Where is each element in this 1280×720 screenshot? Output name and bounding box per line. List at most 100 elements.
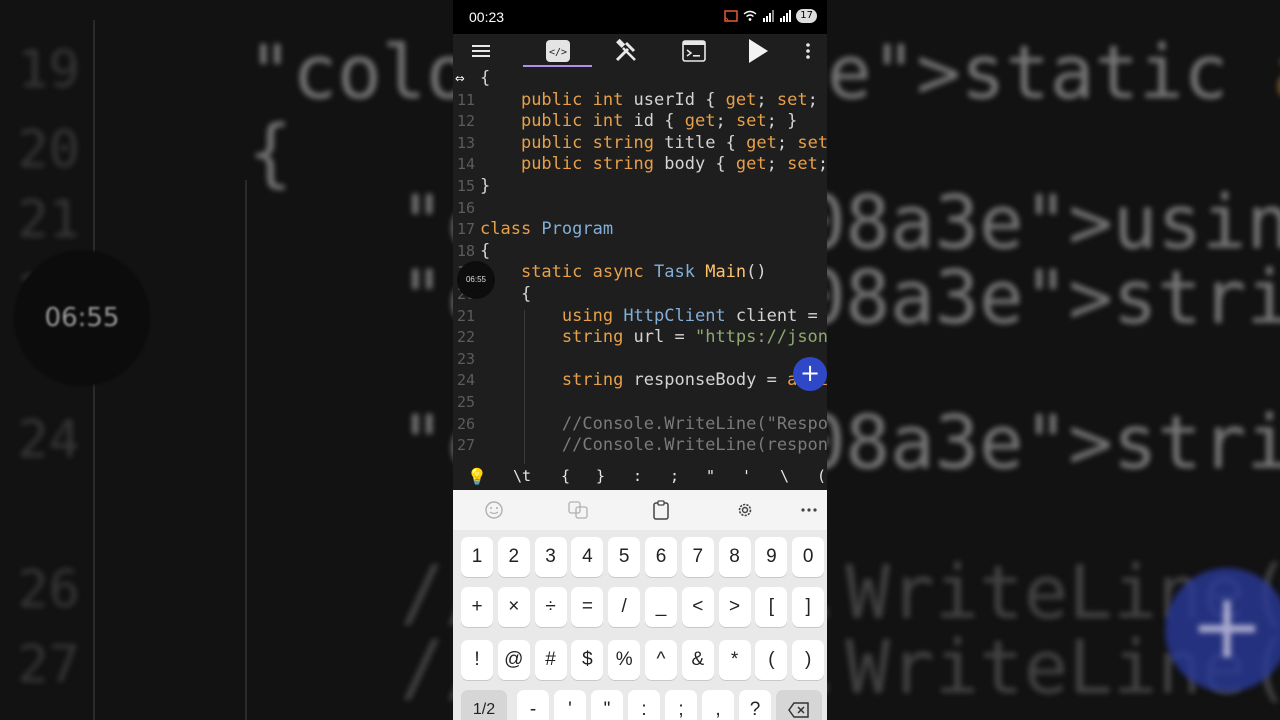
code-token: id {	[633, 111, 685, 132]
code-text: public int userId { get; set; }	[480, 89, 827, 111]
keyboard-key[interactable]: !	[461, 640, 493, 680]
code-line[interactable]: 14 public string body { get; set; }	[453, 153, 827, 175]
keyboard-key[interactable]: +	[461, 587, 493, 627]
keyboard-key[interactable]: _	[645, 587, 677, 627]
keyboard-key[interactable]: $	[571, 640, 604, 680]
keyboard-key[interactable]: -	[517, 690, 549, 720]
build-button[interactable]	[611, 34, 641, 68]
lightbulb-icon[interactable]: 💡	[467, 467, 487, 486]
keyboard-key[interactable]: 8	[718, 537, 751, 577]
keyboard-key[interactable]: 2	[497, 537, 530, 577]
keyboard-key[interactable]: =	[571, 587, 604, 627]
symbol-key[interactable]: ;	[670, 467, 679, 485]
keyboard-key[interactable]: 1	[461, 537, 493, 577]
keyboard-key[interactable]: &	[681, 640, 714, 680]
code-token: Task	[654, 262, 706, 283]
terminal-button[interactable]	[679, 34, 709, 68]
run-button[interactable]	[744, 34, 772, 68]
symbol-key[interactable]: "	[706, 467, 715, 485]
keyboard-key[interactable]: '	[554, 690, 586, 720]
keyboard-key[interactable]: 4	[571, 537, 604, 577]
more-button[interactable]	[798, 34, 818, 68]
keyboard-key[interactable]: /	[608, 587, 641, 627]
code-text: }	[480, 175, 490, 197]
keyboard-key[interactable]: *	[718, 640, 751, 680]
keyboard-key[interactable]: ×	[497, 587, 530, 627]
keyboard-key[interactable]: @	[497, 640, 530, 680]
symbol-key[interactable]: \	[780, 467, 789, 485]
code-text: public string title { get; set; }	[480, 132, 827, 154]
backspace-key[interactable]	[776, 690, 822, 720]
page-toggle-key[interactable]: 1/2	[461, 690, 507, 720]
keyboard-key[interactable]: #	[534, 640, 567, 680]
line-number: 14	[456, 155, 475, 174]
keyboard-key[interactable]: ]	[792, 587, 825, 627]
code-line[interactable]: 17 class Program	[453, 218, 827, 240]
keyboard-key[interactable]: %	[608, 640, 641, 680]
keyboard-key[interactable]: ,	[702, 690, 734, 720]
code-line[interactable]: 22 string url = "https://jsonplaceholder…	[453, 326, 827, 348]
settings-button[interactable]	[732, 498, 758, 522]
code-token: ; }	[807, 89, 818, 110]
keyboard-key[interactable]: <	[681, 587, 714, 627]
keyboard-key[interactable]: 0	[792, 537, 825, 577]
keyboard-key[interactable]: 9	[755, 537, 788, 577]
keyboard-key[interactable]: 5	[608, 537, 641, 577]
keyboard-key[interactable]: ;	[665, 690, 697, 720]
keyboard-key[interactable]: (	[755, 640, 788, 680]
status-time: 00:23	[469, 9, 505, 25]
keyboard-key[interactable]: :	[628, 690, 660, 720]
symbol-key[interactable]: :	[633, 467, 642, 485]
code-line[interactable]: 23	[453, 348, 827, 370]
code-token: ; }	[766, 111, 798, 132]
code-editor[interactable]: ⇔ {11 public int userId { get; set; }12 …	[453, 68, 827, 464]
code-line[interactable]: 19 static async Task Main()	[453, 261, 827, 283]
code-line[interactable]: 26 //Console.WriteLine("Response	[453, 413, 827, 435]
keyboard-key[interactable]: "	[591, 690, 623, 720]
keyboard-key[interactable]: 7	[681, 537, 714, 577]
symbol-key[interactable]: {	[561, 467, 570, 485]
clipboard-button[interactable]	[648, 498, 674, 522]
code-line[interactable]: 11 public int userId { get; set; }	[453, 89, 827, 111]
keyboard-key[interactable]: )	[792, 640, 825, 680]
code-token: "https://jsonplaceholder"	[694, 327, 827, 348]
keyboard-key[interactable]: ÷	[534, 587, 567, 627]
emoji-button[interactable]	[481, 498, 507, 522]
symbol-key[interactable]: '	[742, 467, 751, 485]
keyboard-key[interactable]: [	[755, 587, 788, 627]
code-line[interactable]: 15}	[453, 175, 827, 197]
code-line[interactable]: 13 public string title { get; set; }	[453, 132, 827, 154]
code-token: }	[480, 176, 491, 196]
code-line[interactable]: 21 using HttpClient client = new HttpCli…	[453, 305, 827, 327]
keyboard-key[interactable]: 3	[534, 537, 567, 577]
add-button[interactable]: +	[793, 357, 827, 391]
code-line[interactable]: 20 {	[453, 283, 827, 305]
symbol-key[interactable]: }	[596, 467, 605, 485]
symbol-key[interactable]: (	[817, 467, 826, 485]
code-line[interactable]: 12 public int id { get; set; }	[453, 110, 827, 132]
code-line[interactable]: 16	[453, 197, 827, 219]
translate-button[interactable]	[565, 498, 591, 522]
wifi-icon	[743, 10, 757, 21]
keyboard-more-button[interactable]	[796, 498, 822, 522]
keyboard-key[interactable]: >	[718, 587, 751, 627]
background-line-number: 27	[17, 635, 80, 695]
menu-button[interactable]	[467, 34, 495, 68]
code-line[interactable]: 27 //Console.WriteLine(responseBody	[453, 434, 827, 456]
keyboard-key[interactable]: 6	[645, 537, 677, 577]
tab-code[interactable]: </>	[543, 34, 573, 68]
translate-icon	[568, 501, 588, 519]
timer-bubble[interactable]: 06:55	[457, 261, 495, 299]
code-line[interactable]: 18 {	[453, 240, 827, 262]
code-line[interactable]: 24 string responseBody = await client	[453, 369, 827, 391]
code-line[interactable]: {	[453, 68, 827, 89]
symbol-key[interactable]: \t	[513, 467, 531, 485]
keyboard-key[interactable]: ^	[645, 640, 677, 680]
keyboard-key[interactable]: ?	[739, 690, 771, 720]
status-bar: 00:23 17	[453, 0, 827, 34]
code-text: public string body { get; set; }	[480, 153, 827, 175]
code-line[interactable]: 25	[453, 391, 827, 413]
signal-icon	[780, 10, 792, 22]
